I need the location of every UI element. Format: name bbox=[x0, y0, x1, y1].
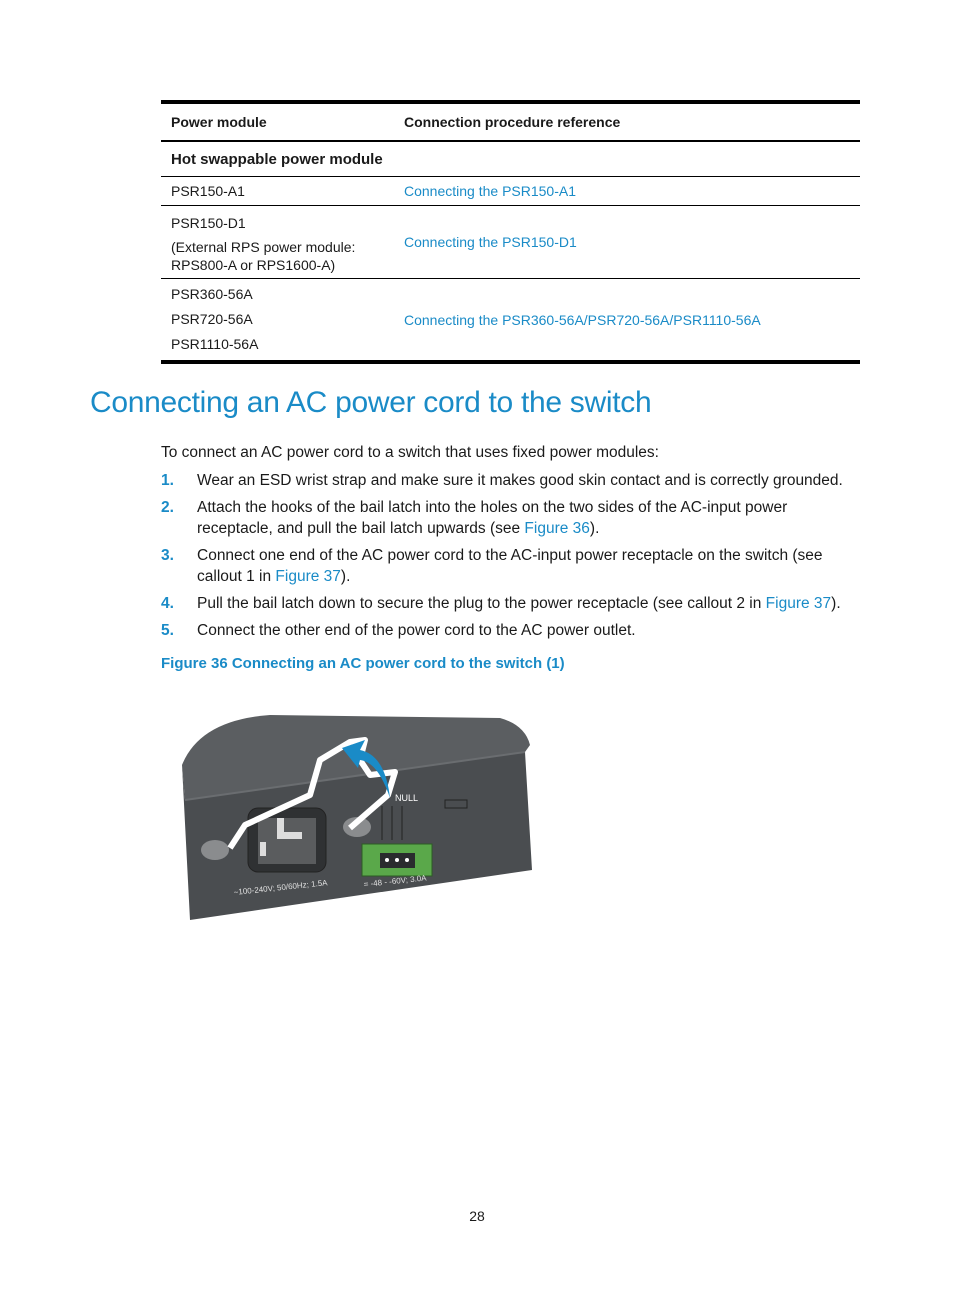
step-item: 1. Wear an ESD wrist strap and make sure… bbox=[161, 470, 867, 491]
step-number: 5. bbox=[161, 622, 174, 639]
table-section-row: Hot swappable power module bbox=[161, 141, 860, 177]
step-text: Attach the hooks of the bail latch into … bbox=[197, 499, 788, 537]
header-connection-reference: Connection procedure reference bbox=[404, 114, 621, 130]
module-note: (External RPS power module: RPS800-A or … bbox=[171, 238, 356, 273]
illustration-svg: NULL ~100-240V; 50/60Hz; 1.5A = -48 - -6… bbox=[182, 715, 532, 920]
module-name: PSR360-56A bbox=[171, 286, 253, 302]
latch-hole-left bbox=[201, 840, 229, 860]
step-item: 5. Connect the other end of the power co… bbox=[161, 620, 867, 641]
step-number: 3. bbox=[161, 547, 174, 564]
dc-pin bbox=[385, 858, 389, 862]
step-item: 4. Pull the bail latch down to secure th… bbox=[161, 593, 867, 614]
step-item: 3. Connect one end of the AC power cord … bbox=[161, 545, 867, 587]
step-number: 2. bbox=[161, 499, 174, 516]
reference-link[interactable]: Connecting the PSR360-56A/PSR720-56A/PSR… bbox=[404, 312, 761, 328]
step-text: Wear an ESD wrist strap and make sure it… bbox=[197, 472, 843, 489]
step-text-end: ). bbox=[340, 568, 351, 585]
figure-36-link[interactable]: Figure 36 bbox=[524, 520, 589, 537]
module-name: PSR1110-56A bbox=[171, 336, 259, 352]
figure-37-link[interactable]: Figure 37 bbox=[766, 595, 831, 612]
step-text: Connect the other end of the power cord … bbox=[197, 622, 636, 639]
step-text-end: ). bbox=[589, 520, 600, 537]
step-item: 2. Attach the hooks of the bail latch in… bbox=[161, 497, 867, 539]
procedure-steps: 1. Wear an ESD wrist strap and make sure… bbox=[161, 470, 867, 647]
step-number: 4. bbox=[161, 595, 174, 612]
dc-pin bbox=[405, 858, 409, 862]
section-label: Hot swappable power module bbox=[161, 141, 860, 177]
switch-power-illustration: NULL ~100-240V; 50/60Hz; 1.5A = -48 - -6… bbox=[170, 700, 540, 930]
power-module-table: Power module Connection procedure refere… bbox=[161, 100, 860, 364]
intro-text: To connect an AC power cord to a switch … bbox=[161, 444, 659, 461]
table-row: PSR360-56A PSR720-56A PSR1110-56A Connec… bbox=[161, 278, 860, 364]
section-heading: Connecting an AC power cord to the switc… bbox=[90, 386, 652, 419]
reference-link[interactable]: Connecting the PSR150-A1 bbox=[404, 183, 576, 199]
step-number: 1. bbox=[161, 472, 174, 489]
module-name: PSR150-D1 bbox=[171, 214, 246, 231]
dc-pin bbox=[395, 858, 399, 862]
socket-pin bbox=[277, 832, 302, 839]
table-row: PSR150-A1 Connecting the PSR150-A1 bbox=[161, 176, 860, 206]
module-name: PSR150-A1 bbox=[161, 176, 394, 206]
step-text: Pull the bail latch down to secure the p… bbox=[197, 595, 766, 612]
ac-socket bbox=[258, 818, 316, 864]
figure-caption: Figure 36 Connecting an AC power cord to… bbox=[161, 655, 565, 672]
step-text-end: ). bbox=[831, 595, 841, 612]
table-header-row: Power module Connection procedure refere… bbox=[161, 102, 860, 141]
module-name: PSR720-56A bbox=[171, 311, 253, 327]
reference-link[interactable]: Connecting the PSR150-D1 bbox=[404, 234, 577, 250]
page-number: 28 bbox=[469, 1208, 485, 1224]
figure-37-link[interactable]: Figure 37 bbox=[275, 568, 340, 585]
socket-pin bbox=[260, 842, 266, 856]
header-power-module: Power module bbox=[171, 114, 267, 130]
table-row: PSR150-D1 (External RPS power module: RP… bbox=[161, 205, 860, 279]
null-label: NULL bbox=[395, 793, 418, 803]
